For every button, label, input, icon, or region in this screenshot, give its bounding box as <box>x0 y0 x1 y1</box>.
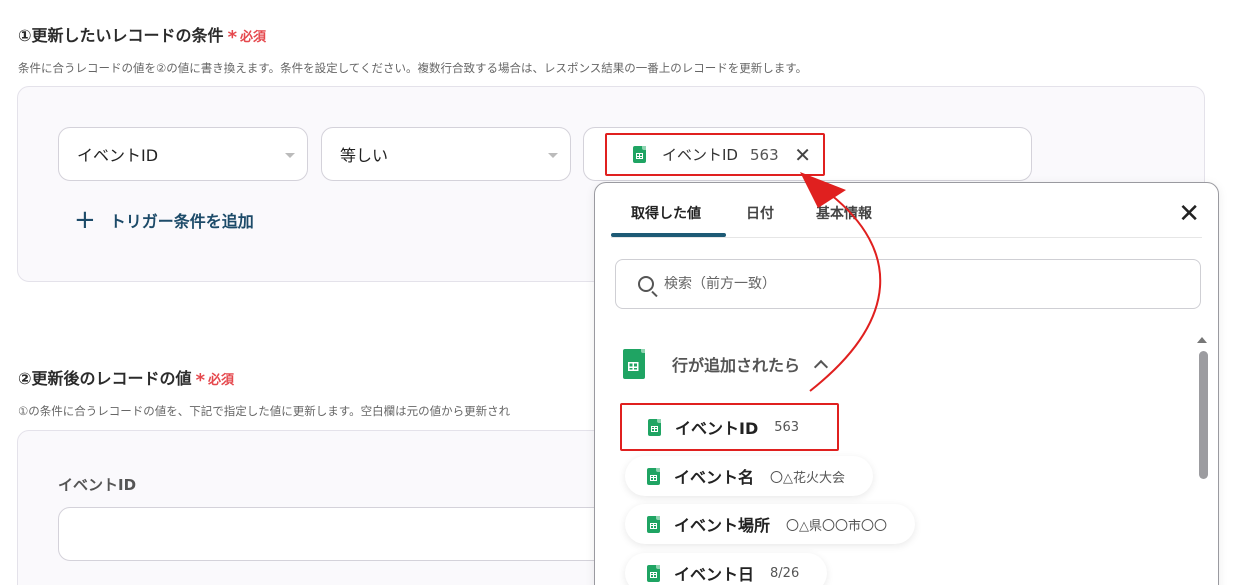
chevron-up-icon[interactable] <box>813 359 829 375</box>
required-badge: * 必須 <box>227 27 266 48</box>
event-id-input[interactable] <box>58 507 618 561</box>
chevron-down-icon <box>285 153 295 158</box>
item-name: イベントID <box>675 419 759 438</box>
section1-title: ①更新したいレコードの条件 * 必須 <box>18 22 266 48</box>
spreadsheet-icon <box>648 418 661 436</box>
section2-description: ①の条件に合うレコードの値を、下記で指定した値に更新します。空白欄は元の値から更… <box>18 404 511 418</box>
list-item-event-id[interactable]: イベントID 563 <box>620 403 839 451</box>
search-field[interactable] <box>615 259 1201 309</box>
item-name: イベント場所 <box>674 516 771 535</box>
spreadsheet-icon <box>633 146 646 163</box>
chip-label: イベントID <box>662 146 738 164</box>
list-item-event-date[interactable]: イベント日 8/26 <box>625 553 828 585</box>
required-badge: * 必須 <box>195 370 234 391</box>
value-field[interactable]: イベントID 563 ✕ <box>583 127 1032 181</box>
trigger-group-header[interactable]: 行が追加されたら <box>623 349 829 379</box>
section1-title-text: ①更新したいレコードの条件 <box>18 26 224 45</box>
group-label: 行が追加されたら <box>672 356 801 375</box>
field-select-value: イベントID <box>77 146 159 165</box>
value-chip[interactable]: イベントID 563 ✕ <box>605 133 825 176</box>
event-id-label: イベントID <box>58 476 137 494</box>
scroll-up-icon[interactable] <box>1197 337 1207 343</box>
field-select[interactable]: イベントID <box>58 127 308 181</box>
section2-title-text: ②更新後のレコードの値 <box>18 369 192 388</box>
add-trigger-button[interactable]: + トリガー条件を追加 <box>74 205 254 235</box>
spreadsheet-icon <box>647 515 660 533</box>
list-item-event-location[interactable]: イベント場所 〇△県〇〇市〇〇 <box>625 504 916 544</box>
close-icon[interactable]: ✕ <box>794 145 811 165</box>
chip-value: 563 <box>749 145 779 164</box>
spreadsheet-icon <box>647 564 660 582</box>
item-value: 〇△県〇〇市〇〇 <box>786 518 888 534</box>
scrollbar-thumb[interactable] <box>1199 351 1208 479</box>
value-picker-popup: 取得した値 日付 基本情報 ✕ 行が追加されたら イベントID 563 イベント… <box>594 182 1219 585</box>
close-icon[interactable]: ✕ <box>1178 201 1200 227</box>
item-name: イベント名 <box>674 468 755 487</box>
section2-title: ②更新後のレコードの値 * 必須 <box>18 365 234 391</box>
section1-description: 条件に合うレコードの値を②の値に書き換えます。条件を設定してください。複数行合致… <box>18 61 808 75</box>
operator-select-value: 等しい <box>340 146 389 165</box>
search-input[interactable] <box>664 276 1164 292</box>
tab-date[interactable]: 日付 <box>746 203 774 223</box>
item-name: イベント日 <box>674 565 755 584</box>
tab-divider <box>611 237 1202 238</box>
list-item-event-name[interactable]: イベント名 〇△花火大会 <box>625 456 874 496</box>
item-value: 563 <box>774 419 800 435</box>
spreadsheet-icon <box>623 349 645 379</box>
add-trigger-label: トリガー条件を追加 <box>109 212 254 231</box>
chevron-down-icon <box>548 153 558 158</box>
item-value: 8/26 <box>770 565 800 581</box>
plus-icon: + <box>74 205 96 235</box>
search-icon <box>638 276 654 292</box>
tab-basic-info[interactable]: 基本情報 <box>816 203 872 223</box>
spreadsheet-icon <box>647 467 660 485</box>
tab-acquired-values[interactable]: 取得した値 <box>631 203 701 223</box>
operator-select[interactable]: 等しい <box>321 127 571 181</box>
item-value: 〇△花火大会 <box>770 470 846 486</box>
